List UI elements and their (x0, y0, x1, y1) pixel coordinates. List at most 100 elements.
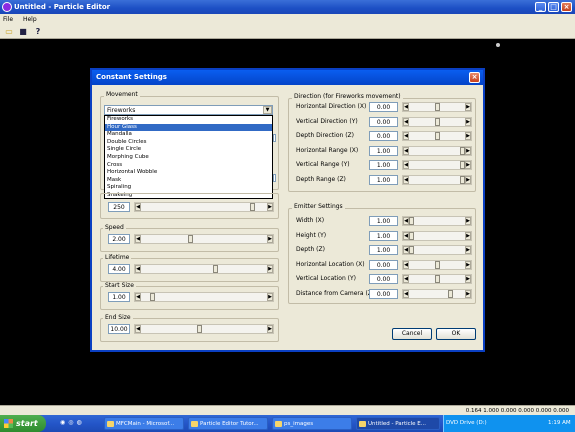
left-arrow-icon[interactable]: ◀ (135, 325, 141, 333)
end-size-field[interactable]: 10.00 (108, 324, 130, 334)
taskbar-item[interactable]: ps_images (272, 417, 352, 430)
row-value-field[interactable]: 1.00 (369, 174, 398, 185)
right-arrow-icon[interactable]: ▶ (465, 231, 471, 240)
slider-thumb[interactable] (448, 289, 453, 298)
right-arrow-icon[interactable]: ▶ (465, 117, 471, 126)
slider-thumb[interactable] (409, 217, 414, 225)
left-arrow-icon[interactable]: ◀ (403, 289, 409, 298)
row-value-field[interactable]: 0.00 (369, 116, 398, 127)
left-arrow-icon[interactable]: ◀ (403, 161, 409, 169)
lifetime-field[interactable]: 4.00 (108, 264, 130, 274)
right-arrow-icon[interactable]: ▶ (465, 289, 471, 298)
right-arrow-icon[interactable]: ▶ (267, 265, 273, 273)
slider-thumb[interactable] (435, 260, 440, 269)
right-arrow-icon[interactable]: ▶ (465, 132, 471, 140)
row-slider[interactable]: ◀ ▶ (402, 259, 472, 270)
movement-option[interactable]: Hour Glass (105, 123, 272, 132)
slider-thumb[interactable] (409, 231, 414, 240)
ok-button[interactable]: OK (436, 328, 476, 340)
movement-option[interactable]: Horizontal Wobble (105, 169, 272, 177)
row-slider[interactable]: ◀ ▶ (402, 245, 472, 255)
movement-option[interactable]: Mandalla (105, 131, 272, 139)
right-arrow-icon[interactable]: ▶ (267, 235, 273, 243)
movement-option[interactable]: Fireworks (105, 116, 272, 124)
menu-file[interactable]: File (3, 16, 13, 23)
left-arrow-icon[interactable]: ◀ (403, 117, 409, 126)
slider-thumb[interactable] (435, 103, 440, 111)
row-slider[interactable]: ◀ ▶ (402, 160, 472, 170)
open-icon[interactable]: ▭ (4, 27, 14, 36)
hidden-group-field[interactable]: 250 (108, 202, 130, 212)
row-slider[interactable]: ◀ ▶ (402, 216, 472, 226)
slider-thumb[interactable] (435, 132, 440, 140)
cancel-button[interactable]: Cancel (392, 328, 432, 340)
row-slider[interactable]: ◀ ▶ (402, 145, 472, 156)
taskbar-item[interactable]: MFCMain - Microsof... (104, 417, 184, 430)
start-size-field[interactable]: 1.00 (108, 292, 130, 302)
save-icon[interactable]: ■ (18, 27, 28, 36)
movement-option[interactable]: Double Circles (105, 139, 272, 147)
right-arrow-icon[interactable]: ▶ (465, 260, 471, 269)
row-value-field[interactable]: 0.00 (369, 288, 398, 299)
row-slider[interactable]: ◀ ▶ (402, 102, 472, 112)
window-titlebar[interactable]: Untitled - Particle Editor (0, 0, 575, 14)
maximize-button[interactable]: □ (548, 2, 559, 12)
row-value-field[interactable]: 0.00 (369, 259, 398, 270)
right-arrow-icon[interactable]: ▶ (267, 293, 273, 301)
end-size-slider[interactable]: ◀ ▶ (134, 324, 274, 334)
movement-dropdown-list[interactable]: Fireworks Hour Glass Mandalla Double Cir… (104, 115, 273, 199)
movement-option[interactable]: Cross (105, 162, 272, 170)
right-arrow-icon[interactable]: ▶ (465, 246, 471, 254)
row-slider[interactable]: ◀ ▶ (402, 131, 472, 141)
dialog-titlebar[interactable]: Constant Settings (92, 70, 483, 85)
right-arrow-icon[interactable]: ▶ (465, 103, 471, 111)
right-arrow-icon[interactable]: ▶ (465, 217, 471, 225)
row-value-field[interactable]: 0.00 (369, 102, 398, 112)
left-arrow-icon[interactable]: ◀ (135, 265, 141, 273)
dialog-close-button[interactable]: × (469, 72, 480, 83)
right-arrow-icon[interactable]: ▶ (267, 203, 273, 211)
clock[interactable]: 1:19 AM (548, 415, 571, 432)
help-icon[interactable]: ? (33, 27, 43, 36)
row-value-field[interactable]: 1.00 (369, 230, 398, 241)
left-arrow-icon[interactable]: ◀ (135, 293, 141, 301)
movement-option[interactable]: Mask (105, 177, 272, 185)
slider-thumb[interactable] (188, 235, 193, 243)
slider-thumb[interactable] (197, 325, 202, 333)
right-arrow-icon[interactable]: ▶ (465, 175, 471, 184)
right-arrow-icon[interactable]: ▶ (267, 325, 273, 333)
left-arrow-icon[interactable]: ◀ (135, 203, 141, 211)
left-arrow-icon[interactable]: ◀ (403, 132, 409, 140)
speed-field[interactable]: 2.00 (108, 234, 130, 244)
right-arrow-icon[interactable]: ▶ (465, 275, 471, 283)
left-arrow-icon[interactable]: ◀ (403, 275, 409, 283)
slider-thumb[interactable] (409, 246, 414, 254)
row-value-field[interactable]: 1.00 (369, 216, 398, 226)
slider-thumb[interactable] (213, 265, 218, 273)
taskbar-item[interactable]: Particle Editor Tutor... (188, 417, 268, 430)
chevron-down-icon[interactable]: ▼ (263, 106, 272, 114)
left-arrow-icon[interactable]: ◀ (403, 175, 409, 184)
minimize-button[interactable]: _ (535, 2, 546, 12)
taskbar-item-active[interactable]: Untitled - Particle E... (356, 417, 440, 430)
left-arrow-icon[interactable]: ◀ (403, 260, 409, 269)
quick-launch[interactable]: ◉◎◍ (60, 419, 100, 428)
row-slider[interactable]: ◀ ▶ (402, 174, 472, 185)
right-arrow-icon[interactable]: ▶ (465, 146, 471, 155)
slider-thumb[interactable] (150, 293, 155, 301)
slider-thumb[interactable] (250, 203, 255, 211)
hidden-group-slider[interactable]: ◀ ▶ (134, 202, 274, 212)
slider-thumb[interactable] (435, 275, 440, 283)
slider-thumb[interactable] (435, 117, 440, 126)
row-slider[interactable]: ◀ ▶ (402, 116, 472, 127)
row-slider[interactable]: ◀ ▶ (402, 288, 472, 299)
row-value-field[interactable]: 0.00 (369, 274, 398, 284)
left-arrow-icon[interactable]: ◀ (403, 103, 409, 111)
menu-help[interactable]: Help (23, 16, 37, 23)
app-icon[interactable] (2, 2, 12, 12)
row-slider[interactable]: ◀ ▶ (402, 274, 472, 284)
row-value-field[interactable]: 1.00 (369, 160, 398, 170)
movement-option[interactable]: Single Circle (105, 146, 272, 154)
left-arrow-icon[interactable]: ◀ (135, 235, 141, 243)
row-value-field[interactable]: 0.00 (369, 131, 398, 141)
